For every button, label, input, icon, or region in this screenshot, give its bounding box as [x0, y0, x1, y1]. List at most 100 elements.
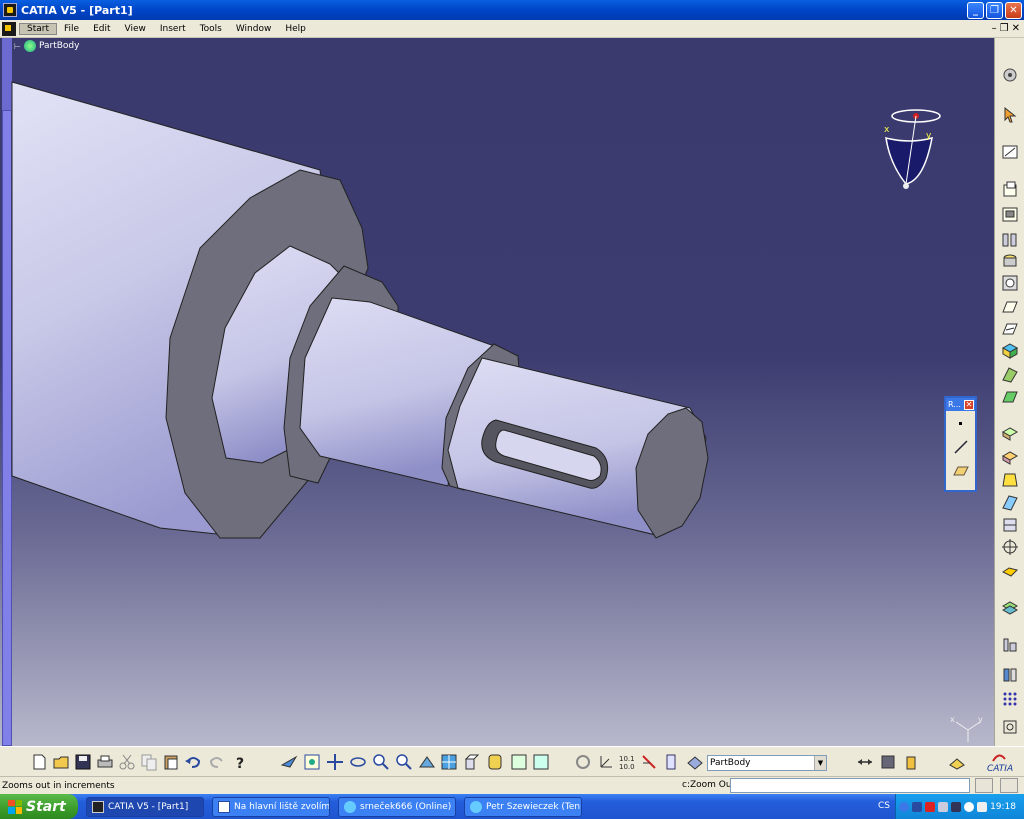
doc-close-icon[interactable]: ✕ [1012, 23, 1020, 34]
task-catia[interactable]: CATIA V5 - [Part1] [86, 796, 204, 817]
whats-this-button[interactable]: ? [232, 753, 250, 772]
rib-button[interactable] [1001, 298, 1019, 316]
measure-item-button[interactable] [640, 753, 658, 771]
measure-between-button[interactable]: 10.1 10.0 [618, 753, 636, 771]
start-button[interactable]: Start [0, 794, 78, 819]
new-button[interactable] [30, 753, 48, 771]
fit-all-button[interactable] [1001, 718, 1019, 736]
cut-button[interactable] [118, 753, 136, 771]
undo-button[interactable] [184, 753, 202, 771]
redo-button[interactable] [208, 753, 226, 771]
stiffener-button[interactable] [1001, 366, 1019, 384]
measure-button[interactable] [1001, 636, 1019, 654]
point-tool-button[interactable] [946, 411, 975, 435]
solid-combine-button[interactable] [1001, 388, 1019, 406]
menu-insert[interactable]: Insert [153, 24, 193, 34]
pad-button[interactable] [1001, 180, 1019, 198]
part-design-button[interactable] [902, 753, 920, 771]
open-button[interactable] [52, 753, 70, 771]
swap-space-button[interactable] [532, 753, 550, 771]
hide-show-button[interactable] [510, 753, 528, 771]
slot-button[interactable] [1001, 320, 1019, 338]
pattern-button[interactable] [1001, 690, 1019, 708]
catia-app-icon[interactable] [3, 3, 17, 17]
palette-header[interactable]: R... ✕ [946, 398, 975, 411]
doc-minimize-icon[interactable]: – [992, 23, 997, 34]
current-body-select[interactable]: PartBody ▼ [707, 755, 827, 771]
tray-shield-icon[interactable] [951, 801, 961, 812]
fit-width-button[interactable] [856, 753, 874, 771]
hole-button[interactable] [1001, 274, 1019, 292]
tray-monitor-icon[interactable] [938, 801, 948, 812]
clock[interactable]: 19:18 [990, 802, 1016, 812]
iso-view-button[interactable] [462, 753, 480, 771]
shell-button[interactable] [1001, 494, 1019, 512]
tray-speaker-icon[interactable] [977, 801, 987, 812]
chevron-down-icon[interactable]: ▼ [814, 756, 826, 770]
zoom-out-button[interactable] [395, 753, 413, 771]
close-button[interactable]: ✕ [1005, 1, 1022, 19]
status-button-2[interactable] [1000, 778, 1018, 793]
fit-all-in-button[interactable] [303, 753, 321, 771]
task-chat-1[interactable]: srneček666 (Online) ... [338, 796, 456, 817]
line-tool-button[interactable] [946, 435, 975, 459]
menu-edit[interactable]: Edit [86, 24, 117, 34]
pan-button[interactable] [326, 753, 344, 771]
draft-button[interactable] [1001, 470, 1019, 488]
tray-status-icon[interactable] [964, 801, 974, 812]
menu-view[interactable]: View [118, 24, 153, 34]
material-button[interactable] [1001, 666, 1019, 684]
pocket-button[interactable] [1001, 205, 1019, 223]
groove-button[interactable] [1001, 252, 1019, 270]
rotate-button[interactable] [349, 753, 367, 771]
menu-tools[interactable]: Tools [193, 24, 229, 34]
power-input-field[interactable] [730, 778, 970, 793]
split-button[interactable] [1001, 562, 1019, 580]
multi-view-button[interactable] [440, 753, 458, 771]
shaft-model[interactable] [0, 38, 994, 746]
reference-palette[interactable]: R... ✕ [944, 396, 977, 492]
sketch-button[interactable] [1001, 142, 1019, 160]
workbench-button[interactable] [948, 753, 966, 771]
tray-arrow-icon[interactable] [899, 801, 909, 812]
menu-start[interactable]: Start [19, 22, 57, 35]
minimize-button[interactable]: _ [967, 1, 984, 19]
menu-window[interactable]: Window [229, 24, 279, 34]
tray-flag-icon[interactable] [925, 801, 935, 812]
zoom-in-button[interactable] [372, 753, 390, 771]
restore-button[interactable]: ❐ [986, 1, 1003, 19]
fly-mode-button[interactable] [280, 753, 298, 771]
measure-inertia-button[interactable] [662, 753, 680, 771]
compass-widget[interactable]: x y [880, 104, 950, 194]
sketcher-options-button[interactable] [1001, 66, 1019, 84]
menu-help[interactable]: Help [278, 24, 313, 34]
select-button[interactable] [1001, 106, 1019, 124]
chamfer-button[interactable] [1001, 448, 1019, 466]
print-button[interactable] [96, 753, 114, 771]
tray-network-icon[interactable] [912, 801, 922, 812]
update-button[interactable] [574, 753, 592, 771]
copy-button[interactable] [140, 753, 158, 771]
3d-viewport[interactable]: ⊢ PartBody x y x y R... ✕ [0, 38, 994, 746]
doc-restore-icon[interactable]: ❐ [1000, 23, 1009, 34]
paste-button[interactable] [162, 753, 180, 771]
shaft-button[interactable] [1001, 230, 1019, 248]
normal-view-button[interactable] [418, 753, 436, 771]
task-word[interactable]: Na hlavní liště zvolím ... [212, 796, 330, 817]
reference-point-button[interactable] [1001, 538, 1019, 556]
thickness-button[interactable] [1001, 516, 1019, 534]
status-button-1[interactable] [975, 778, 993, 793]
plane-tool-button[interactable] [946, 459, 975, 483]
axis-system-button[interactable] [597, 753, 615, 771]
catalog-button[interactable] [879, 753, 897, 771]
menu-file[interactable]: File [57, 24, 86, 34]
task-chat-2[interactable]: Petr Szewieczek (Ten... [464, 796, 582, 817]
palette-close-button[interactable]: ✕ [964, 399, 974, 410]
input-language[interactable]: CS [878, 801, 890, 811]
edge-fillet-button[interactable] [1001, 424, 1019, 442]
multi-section-button[interactable] [1001, 342, 1019, 360]
layer-icon-button[interactable] [686, 753, 704, 771]
save-button[interactable] [74, 753, 92, 771]
shading-button[interactable] [486, 753, 504, 771]
layers-button[interactable] [1001, 598, 1019, 616]
